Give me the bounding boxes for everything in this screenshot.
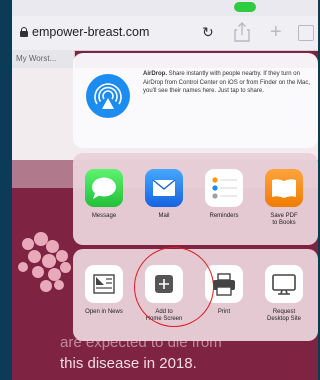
reminders-app-item[interactable]: Reminders	[197, 159, 251, 239]
ipad-screen: empower-breast.com ↻ + My Worst... are e…	[12, 0, 318, 380]
request-desktop-site-action[interactable]: Request Desktop Site	[257, 255, 311, 335]
airdrop-card[interactable]: AirDrop. Share instantly with people nea…	[73, 53, 318, 148]
message-label: Message	[91, 213, 117, 219]
lock-icon	[20, 27, 28, 37]
address-bar[interactable]: empower-breast.com ↻ +	[12, 16, 318, 51]
message-app-item[interactable]: Message	[77, 159, 131, 239]
new-tab-icon[interactable]: +	[270, 22, 282, 42]
open-in-news-label: Open in News	[85, 309, 123, 315]
share-apps-row: Message Mail Reminders Save PDF to Books	[73, 153, 318, 245]
reminders-icon	[205, 169, 243, 207]
url-text[interactable]: empower-breast.com	[32, 25, 149, 39]
books-label: Save PDF to Books	[270, 213, 298, 226]
battery-indicator	[234, 2, 256, 12]
share-icon[interactable]	[234, 22, 250, 42]
reload-icon[interactable]: ↻	[202, 24, 214, 41]
status-bar	[12, 0, 318, 16]
message-icon	[85, 169, 123, 207]
page-text-line-2: this disease in 2018.	[60, 355, 197, 372]
mail-app-item[interactable]: Mail	[137, 159, 191, 239]
tabs-icon[interactable]	[298, 25, 314, 41]
mail-label: Mail	[158, 213, 170, 219]
request-desktop-site-label: Request Desktop Site	[266, 309, 302, 322]
airdrop-icon	[86, 74, 130, 118]
highlight-circle	[134, 247, 214, 327]
airdrop-description: AirDrop. Share instantly with people nea…	[143, 71, 311, 95]
mail-icon	[145, 169, 183, 207]
tab-item[interactable]: My Worst...	[12, 50, 75, 68]
books-app-item[interactable]: Save PDF to Books	[257, 159, 311, 239]
news-icon	[85, 265, 123, 303]
reminders-label: Reminders	[209, 213, 239, 219]
open-in-news-action[interactable]: Open in News	[77, 255, 131, 335]
tab-label: My Worst...	[16, 54, 57, 63]
books-icon	[265, 169, 303, 207]
desktop-icon	[265, 265, 303, 303]
